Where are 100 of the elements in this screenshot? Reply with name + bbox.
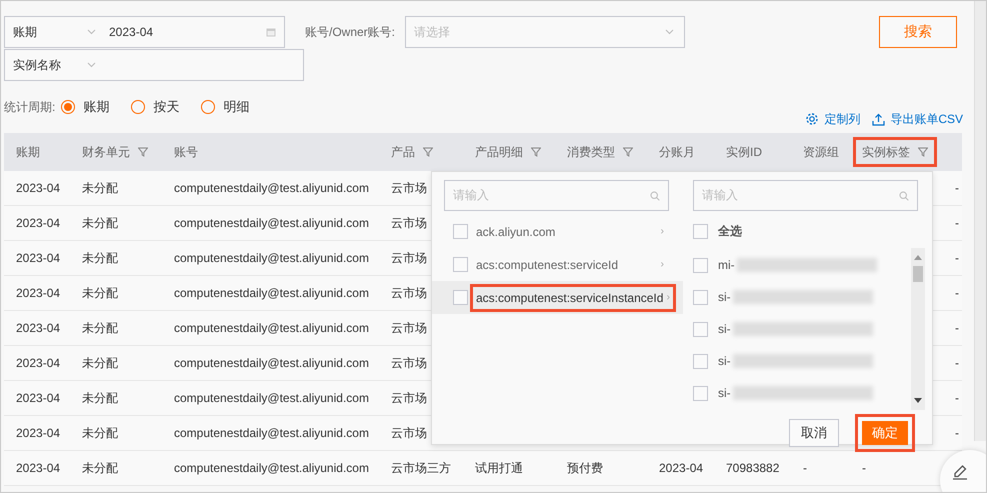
table-cell: 未分配 (82, 250, 118, 266)
column-header[interactable]: 产品 (391, 137, 433, 167)
table-cell: 未分配 (82, 460, 118, 476)
checkbox[interactable] (453, 257, 468, 272)
column-header[interactable]: 账期 (16, 137, 40, 167)
table-cell: computenestdaily@test.aliyunid.com (174, 321, 369, 335)
table-cell: 云市场 (391, 214, 427, 232)
table-cell: 未分配 (82, 354, 118, 372)
period-radio[interactable]: 账期 (61, 98, 110, 116)
instance-select[interactable]: 实例名称 (4, 49, 304, 81)
calendar-icon (266, 27, 276, 37)
confirm-button[interactable]: 确定 (855, 414, 915, 452)
period-picker[interactable]: 账期 2023-04 (4, 16, 285, 48)
table-cell: - (955, 181, 959, 195)
table-cell: 云市场 (391, 180, 427, 196)
column-header[interactable]: 财务单元 (82, 137, 148, 167)
table-cell: 未分配 (82, 180, 118, 196)
table-cell: computenestdaily@test.aliyunid.com (174, 461, 369, 475)
checkbox[interactable] (453, 224, 468, 239)
search-icon (650, 190, 660, 200)
tag-value-text: si- (718, 322, 731, 336)
table-cell: - (955, 286, 959, 300)
tag-key-row[interactable]: acs:computenest:serviceInstanceId › (432, 281, 683, 314)
table-cell: 2023-04 (16, 356, 60, 370)
account-label: 账号/Owner账号: (305, 24, 396, 40)
table-cell: computenestdaily@test.aliyunid.com (174, 181, 369, 195)
tag-key-row[interactable]: ack.aliyun.com › (432, 215, 683, 248)
table-cell: - (955, 391, 959, 405)
table-cell: 2023-04 (16, 216, 60, 230)
scrollbar[interactable] (974, 1, 986, 441)
table-cell: 未分配 (82, 284, 118, 302)
table-cell: 未分配 (82, 320, 118, 336)
tag-key-item[interactable]: ack.aliyun.com › (470, 218, 670, 246)
export-link[interactable]: 导出账单CSV (872, 110, 963, 128)
table-cell: 2023-04 (16, 391, 60, 405)
upload-icon (872, 112, 886, 126)
pencil-icon (952, 464, 968, 480)
table-cell: 云市场 (391, 390, 427, 406)
table-cell: 2023-04 (16, 251, 60, 265)
table-cell: 未分配 (82, 390, 118, 406)
table-cell: 70983882 (726, 461, 780, 475)
table-cell: 未分配 (82, 424, 118, 442)
customize-columns-link[interactable]: 定制列 (805, 110, 860, 128)
stat-period-label: 统计周期: (4, 98, 56, 116)
period-radio[interactable]: 明细 (201, 98, 250, 116)
column-header[interactable]: 消费类型 (567, 137, 633, 167)
tag-value-text: si- (718, 354, 731, 368)
checkbox[interactable] (693, 290, 708, 304)
tag-key-row[interactable]: acs:computenest:serviceId › (432, 248, 683, 281)
table-cell: computenestdaily@test.aliyunid.com (174, 356, 369, 370)
table-cell: 云市场 (391, 424, 427, 442)
caret-icon (87, 62, 96, 68)
checkbox[interactable] (693, 322, 708, 336)
period-radio[interactable]: 按天 (131, 98, 180, 116)
table-cell: computenestdaily@test.aliyunid.com (174, 216, 369, 230)
table-cell: computenestdaily@test.aliyunid.com (174, 391, 369, 405)
table-cell: 预付费 (567, 460, 603, 476)
cancel-button[interactable]: 取消 (789, 419, 839, 447)
table-cell: 2023-04 (16, 181, 60, 195)
tag-value-text: si- (718, 386, 731, 400)
column-header[interactable]: 实例ID (726, 137, 762, 167)
checkbox[interactable] (693, 224, 708, 239)
tag-key-item[interactable]: acs:computenest:serviceId › (470, 250, 670, 278)
table-cell: 云市场 (391, 250, 427, 266)
table-cell: 2023-04 (16, 461, 60, 475)
checkbox[interactable] (693, 354, 708, 368)
table-cell: - (955, 251, 959, 265)
column-header[interactable]: 产品明细 (475, 137, 541, 167)
column-header[interactable]: 资源组 (803, 137, 839, 167)
period-value: 2023-04 (108, 25, 154, 39)
table-cell: 2023-04 (16, 321, 60, 335)
table-cell: computenestdaily@test.aliyunid.com (174, 251, 369, 265)
column-header[interactable]: 实例标签 (853, 137, 937, 167)
tag-value-text: mi- (718, 258, 735, 272)
table-cell: - (955, 356, 959, 370)
table-cell: 2023-04 (16, 286, 60, 300)
tag-value-text: si- (718, 290, 731, 304)
checkbox[interactable] (453, 290, 468, 305)
table-cell: - (803, 461, 807, 475)
gear-icon (805, 112, 820, 126)
table-cell: - (955, 216, 959, 230)
column-header[interactable]: 分账月 (659, 137, 695, 167)
caret-icon (87, 29, 96, 35)
table-cell: 云市场 (391, 354, 427, 372)
table-cell: 2023-04 (659, 461, 704, 475)
scrollbar[interactable] (911, 248, 925, 410)
table-cell: computenestdaily@test.aliyunid.com (174, 426, 369, 440)
checkbox[interactable] (693, 386, 708, 400)
table-cell: - (862, 461, 866, 475)
table-cell: - (955, 321, 959, 335)
search-icon (899, 190, 909, 200)
table-cell: 云市场三方 (391, 460, 451, 476)
edit-button[interactable] (952, 464, 968, 480)
table-cell: computenestdaily@test.aliyunid.com (174, 286, 369, 300)
table-cell: 2023-04 (16, 426, 60, 440)
table-cell: 云市场 (391, 284, 427, 302)
search-button[interactable]: 搜索 (879, 16, 957, 48)
checkbox[interactable] (693, 258, 708, 272)
tag-key-item[interactable]: acs:computenest:serviceInstanceId › (470, 284, 676, 312)
column-header[interactable]: 账号 (174, 137, 198, 167)
